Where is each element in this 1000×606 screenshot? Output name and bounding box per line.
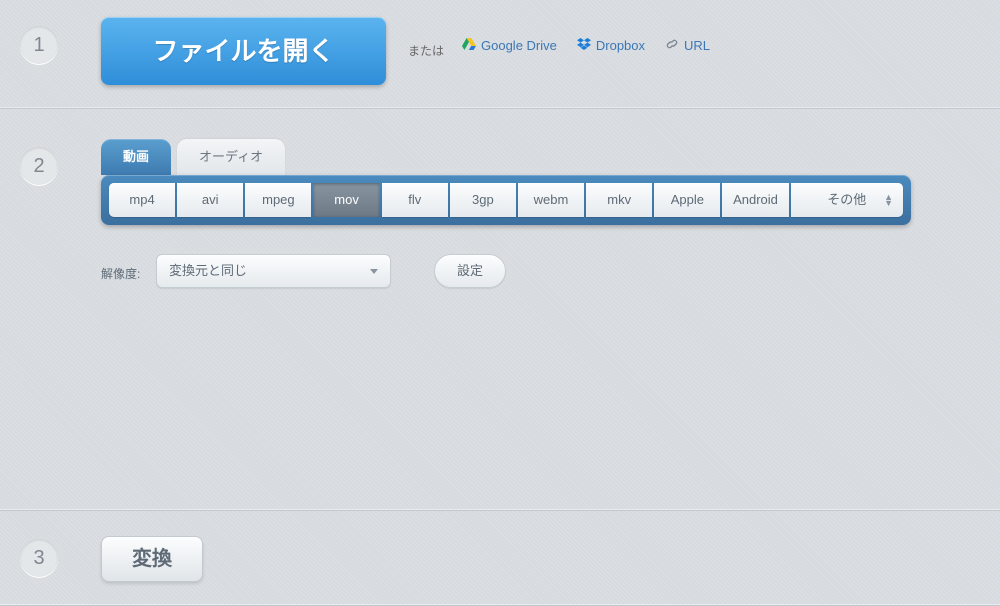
format-more[interactable]: その他 ▲▼ bbox=[791, 183, 903, 217]
step-2-badge: 2 bbox=[20, 147, 58, 185]
format-android[interactable]: Android bbox=[722, 183, 788, 217]
google-drive-label: Google Drive bbox=[481, 38, 557, 53]
open-file-button[interactable]: ファイルを開く bbox=[101, 17, 386, 85]
dropbox-link[interactable]: Dropbox bbox=[577, 38, 645, 53]
format-webm[interactable]: webm bbox=[518, 183, 584, 217]
resolution-select[interactable]: 変換元と同じ bbox=[156, 254, 391, 288]
format-mp4[interactable]: mp4 bbox=[109, 183, 175, 217]
cloud-link-row: Google Drive Dropbox URL bbox=[462, 38, 710, 53]
settings-button[interactable]: 設定 bbox=[434, 254, 506, 288]
format-mpeg[interactable]: mpeg bbox=[245, 183, 311, 217]
format-more-label: その他 bbox=[827, 192, 866, 207]
link-icon bbox=[665, 38, 679, 53]
chevron-down-icon bbox=[370, 269, 378, 274]
step-3-badge: 3 bbox=[20, 539, 58, 577]
format-flv[interactable]: flv bbox=[382, 183, 448, 217]
sort-arrows-icon: ▲▼ bbox=[884, 194, 893, 206]
format-mkv[interactable]: mkv bbox=[586, 183, 652, 217]
convert-button[interactable]: 変換 bbox=[101, 536, 203, 582]
format-bar: mp4 avi mpeg mov flv 3gp webm mkv Apple … bbox=[101, 175, 911, 225]
step-3-section: 3 変換 bbox=[0, 511, 1000, 606]
tab-audio[interactable]: オーディオ bbox=[177, 139, 285, 175]
tab-video[interactable]: 動画 bbox=[101, 139, 171, 175]
media-tabs: 動画 オーディオ bbox=[101, 139, 285, 175]
dropbox-label: Dropbox bbox=[596, 38, 645, 53]
google-drive-link[interactable]: Google Drive bbox=[462, 38, 557, 53]
google-drive-icon bbox=[462, 38, 476, 53]
resolution-label: 解像度: bbox=[101, 265, 140, 282]
dropbox-icon bbox=[577, 38, 591, 53]
format-mov[interactable]: mov bbox=[313, 183, 379, 217]
step-1-section: 1 ファイルを開く または Google Drive Dropbox URL bbox=[0, 0, 1000, 109]
step-2-section: 2 動画 オーディオ mp4 avi mpeg mov flv 3gp webm… bbox=[0, 109, 1000, 511]
format-apple[interactable]: Apple bbox=[654, 183, 720, 217]
url-label: URL bbox=[684, 38, 710, 53]
format-3gp[interactable]: 3gp bbox=[450, 183, 516, 217]
or-label: または bbox=[408, 42, 444, 59]
resolution-value: 変換元と同じ bbox=[169, 263, 247, 278]
url-link[interactable]: URL bbox=[665, 38, 710, 53]
step-1-badge: 1 bbox=[20, 26, 58, 64]
format-avi[interactable]: avi bbox=[177, 183, 243, 217]
